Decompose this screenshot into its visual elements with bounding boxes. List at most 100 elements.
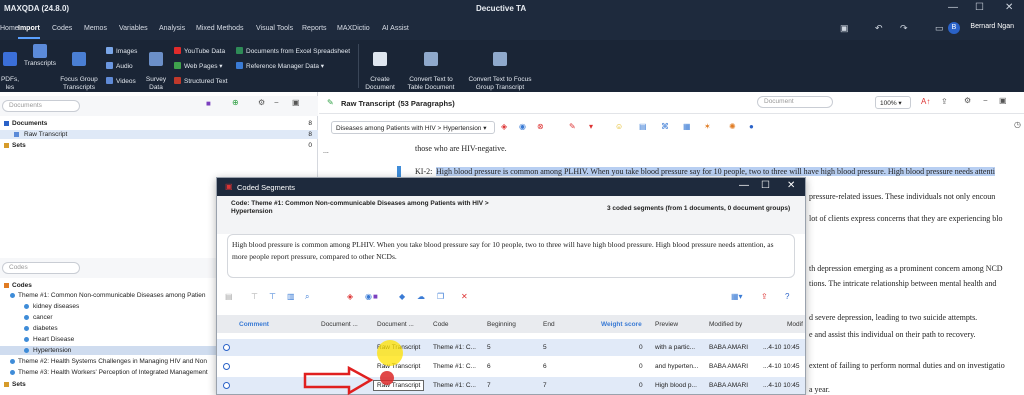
link-icon[interactable]: ⌘ — [661, 122, 669, 131]
maximize-icon[interactable]: ☐ — [975, 2, 984, 13]
edit-icon[interactable]: ✎ — [327, 98, 334, 107]
weight-icon[interactable]: ◆ — [399, 292, 405, 301]
cloud-icon[interactable]: ☁ — [417, 292, 425, 301]
column-header[interactable]: Document ... — [321, 321, 358, 328]
tab-import[interactable]: Import — [18, 25, 40, 32]
column-header[interactable]: Weight score — [601, 321, 642, 328]
excel-button[interactable]: Documents from Excel Spreadsheet — [236, 47, 350, 55]
minus-icon[interactable]: − — [274, 98, 279, 107]
undo-icon[interactable]: ↶ — [875, 23, 883, 34]
info-icon[interactable]: ● — [749, 122, 754, 131]
column-header[interactable]: End — [543, 321, 555, 328]
code-icon[interactable]: ◉ — [365, 292, 372, 301]
maximize-icon[interactable]: ☐ — [761, 180, 770, 191]
table-row[interactable]: Raw Transcript Theme #1: C... 5 5 0 with… — [217, 339, 805, 356]
export-icon[interactable]: ⇪ — [761, 292, 768, 301]
text-size-icon[interactable]: A↑ — [921, 97, 930, 106]
highlight-dropdown-icon[interactable]: ▾ — [589, 122, 593, 131]
tab-home[interactable]: Home — [0, 25, 19, 32]
tab-maxdictio[interactable]: MAXDictio — [337, 25, 370, 32]
column-header[interactable]: Comment — [239, 321, 269, 328]
column-header[interactable]: Beginning — [487, 321, 516, 328]
convert-table-button[interactable]: Convert Text to Table Document — [402, 44, 460, 92]
document-icon[interactable]: ■ — [373, 292, 378, 301]
create-document-button[interactable]: Create Document — [360, 44, 400, 92]
tree-raw-transcript[interactable]: Raw Transcript 8 — [0, 130, 318, 139]
focus-group-button[interactable]: Focus Group Transcripts — [58, 44, 100, 92]
column-header[interactable]: Code — [433, 321, 449, 328]
funnel-icon[interactable]: ⊤ — [251, 292, 258, 301]
youtube-button[interactable]: YouTube Data — [174, 47, 225, 55]
column-header[interactable]: Modif — [787, 321, 803, 328]
translate-icon[interactable]: ▦ — [683, 122, 691, 131]
audio-button[interactable]: Audio — [106, 62, 133, 70]
code-filter-select[interactable]: Diseases among Patients with HIV > Hyper… — [331, 121, 495, 134]
close-icon[interactable]: ✕ — [787, 180, 795, 191]
code-icon[interactable]: ◉ — [519, 122, 526, 131]
tab-memos[interactable]: Memos — [84, 25, 107, 32]
ai-icon[interactable]: ✶ — [704, 122, 711, 131]
column-header[interactable]: Document ... — [377, 321, 414, 328]
videos-button[interactable]: Videos — [106, 77, 136, 85]
tab-ai-assist[interactable]: AI Assist — [382, 25, 409, 32]
tab-codes[interactable]: Codes — [52, 25, 72, 32]
funnel-active-icon[interactable]: ⊤ — [269, 292, 276, 301]
copy-icon[interactable]: ❐ — [437, 292, 444, 301]
close-icon[interactable]: ✕ — [1005, 2, 1013, 13]
emoji-icon[interactable]: ☺ — [615, 122, 623, 131]
row-radio[interactable] — [223, 382, 230, 389]
transcripts-button[interactable]: Transcripts — [22, 44, 58, 68]
reference-manager-button[interactable]: Reference Manager Data ▾ — [236, 62, 324, 70]
code-marker-icon[interactable]: ◈ — [501, 122, 507, 131]
filter-icon[interactable]: ▤ — [225, 292, 233, 301]
gear-icon[interactable]: ⚙ — [258, 98, 265, 107]
survey-data-button[interactable]: Survey Data — [143, 44, 169, 92]
highlight-icon[interactable]: ✎ — [569, 122, 576, 131]
save-icon[interactable]: ▣ — [840, 23, 849, 34]
code-marker-icon[interactable]: ◈ — [347, 292, 353, 301]
document-icon[interactable]: ■ — [206, 99, 211, 108]
screen-icon[interactable]: ▭ — [935, 23, 944, 34]
redo-icon[interactable]: ↷ — [900, 23, 908, 34]
row-radio[interactable] — [223, 344, 230, 351]
help-icon[interactable]: ? — [785, 292, 789, 301]
sun-icon[interactable]: ✺ — [729, 122, 736, 131]
import-pdfs-button[interactable]: PDFs, les — [0, 44, 20, 92]
search-icon[interactable]: ⌕ — [305, 292, 309, 302]
structured-text-button[interactable]: Structured Text — [174, 77, 228, 85]
tab-visual-tools[interactable]: Visual Tools — [256, 25, 293, 32]
convert-focus-button[interactable]: Convert Text to Focus Group Transcript — [465, 44, 535, 92]
code-remove-icon[interactable]: ⊗ — [537, 122, 544, 131]
clock-icon[interactable]: ◷ — [1014, 120, 1021, 129]
tab-variables[interactable]: Variables — [119, 25, 148, 32]
tab-mixed-methods[interactable]: Mixed Methods — [196, 25, 243, 32]
columns-icon[interactable]: ▥ — [287, 292, 295, 301]
collapse-icon[interactable]: ▣ — [292, 98, 300, 107]
gear-icon[interactable]: ⚙ — [964, 96, 971, 105]
web-pages-button[interactable]: Web Pages ▾ — [174, 62, 223, 70]
view-options-icon[interactable]: ▦▾ — [731, 292, 743, 301]
tree-sets[interactable]: Sets 0 — [0, 141, 318, 150]
document-search-input[interactable]: Document — [757, 96, 833, 108]
column-header[interactable]: Preview — [655, 321, 678, 328]
add-icon[interactable]: ⊕ — [232, 98, 239, 107]
tree-documents[interactable]: Documents 8 — [0, 119, 318, 128]
document-search-input[interactable]: Documents — [2, 100, 80, 112]
export-icon[interactable]: ⇪ — [941, 97, 948, 106]
images-button[interactable]: Images — [106, 47, 137, 55]
collapse-icon[interactable]: ▣ — [999, 96, 1007, 105]
code-search-input[interactable]: Codes — [2, 262, 80, 274]
tab-analysis[interactable]: Analysis — [159, 25, 185, 32]
user-name[interactable]: Bernard Ngan — [970, 23, 1014, 30]
highlighted-segment[interactable]: High blood pressure is common among PLHI… — [436, 167, 995, 176]
column-header[interactable]: Modified by — [709, 321, 742, 328]
avatar[interactable]: B — [948, 22, 960, 34]
minimize-icon[interactable]: — — [948, 2, 958, 13]
tab-reports[interactable]: Reports — [302, 25, 327, 32]
row-radio[interactable] — [223, 363, 230, 370]
delete-icon[interactable]: ✕ — [461, 292, 468, 301]
zoom-select[interactable]: 100% ▾ — [875, 96, 911, 109]
minimize-icon[interactable]: — — [739, 180, 749, 191]
minus-icon[interactable]: − — [983, 96, 988, 105]
memo-icon[interactable]: ▤ — [639, 122, 647, 131]
